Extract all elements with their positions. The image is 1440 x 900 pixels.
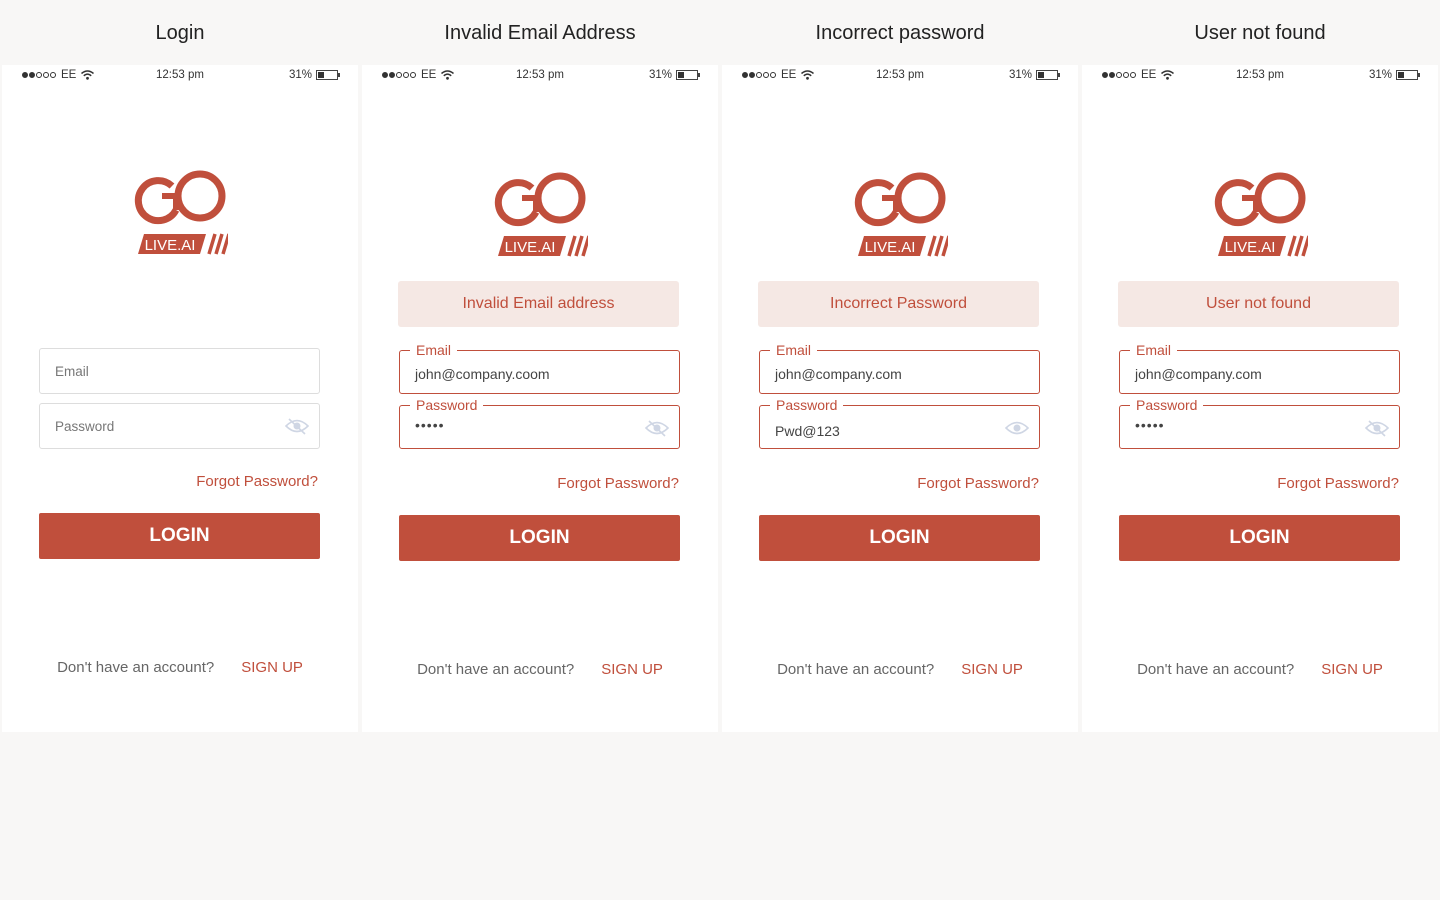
battery-percent: 31% — [648, 69, 672, 81]
error-banner: Invalid Email address — [398, 281, 679, 327]
email-input[interactable]: Email john@company.coom — [399, 342, 680, 394]
eye-off-icon[interactable] — [1364, 419, 1390, 442]
email-input[interactable]: Email john@company.com — [759, 342, 1040, 394]
email-value: john@company.coom — [415, 366, 550, 382]
email-label: Email — [410, 342, 458, 358]
golive-logo: LIVE.AI — [134, 170, 228, 255]
no-account-text: Don't have an account? — [777, 661, 935, 678]
eye-off-icon[interactable] — [644, 419, 670, 442]
battery-icon — [1036, 70, 1060, 80]
signup-prompt: Don't have an account? SIGN UP — [722, 661, 1078, 678]
password-value: ••••• — [415, 417, 445, 433]
signup-prompt: Don't have an account? SIGN UP — [1082, 661, 1438, 678]
no-account-text: Don't have an account? — [57, 659, 215, 676]
password-label: Password — [410, 397, 484, 413]
sign-up-link[interactable]: SIGN UP — [961, 661, 1023, 678]
golive-logo: LIVE.AI — [494, 172, 588, 257]
password-input[interactable]: Password ••••• — [399, 397, 680, 449]
screen-title: Invalid Email Address — [444, 22, 636, 44]
sign-up-link[interactable]: SIGN UP — [601, 661, 663, 678]
email-input[interactable]: Email john@company.com — [1119, 342, 1400, 394]
email-label: Email — [1130, 342, 1178, 358]
signup-prompt: Don't have an account? SIGN UP — [2, 659, 358, 676]
screen-title: Incorrect password — [815, 22, 985, 44]
battery-percent: 31% — [1368, 69, 1392, 81]
password-input[interactable]: Password — [39, 403, 320, 449]
email-value: john@company.com — [1135, 366, 1262, 382]
eye-off-icon[interactable] — [284, 417, 310, 440]
golive-logo: LIVE.AI — [1214, 172, 1308, 257]
sign-up-link[interactable]: SIGN UP — [1321, 661, 1383, 678]
forgot-password-link[interactable]: Forgot Password? — [196, 473, 318, 490]
login-button[interactable]: LOGIN — [1119, 515, 1400, 561]
battery-icon — [676, 70, 700, 80]
forgot-password-link[interactable]: Forgot Password? — [1277, 475, 1399, 492]
password-label: Password — [1130, 397, 1204, 413]
status-bar: EE 12:53 pm 31% — [1082, 69, 1438, 83]
status-bar: EE 12:53 pm 31% — [362, 69, 718, 83]
golive-logo: LIVE.AI — [854, 172, 948, 257]
email-input[interactable]: Email — [39, 348, 320, 394]
login-button[interactable]: LOGIN — [759, 515, 1040, 561]
sign-up-link[interactable]: SIGN UP — [241, 659, 303, 676]
no-account-text: Don't have an account? — [417, 661, 575, 678]
phone-screen-4: EE 12:53 pm 31% LIVE.AI User not found E… — [1082, 65, 1438, 732]
forgot-password-link[interactable]: Forgot Password? — [917, 475, 1039, 492]
logo-text: LIVE.AI — [145, 237, 196, 254]
status-bar: EE 12:53 pm 31% — [2, 69, 358, 83]
error-banner: Incorrect Password — [758, 281, 1039, 327]
forgot-password-link[interactable]: Forgot Password? — [557, 475, 679, 492]
battery-percent: 31% — [288, 69, 312, 81]
password-value: Pwd@123 — [775, 423, 840, 439]
logo-text: LIVE.AI — [865, 239, 916, 256]
screen-title: Login — [155, 22, 205, 44]
password-value: ••••• — [1135, 417, 1165, 433]
logo-text: LIVE.AI — [505, 239, 556, 256]
login-button[interactable]: LOGIN — [399, 515, 680, 561]
battery-icon — [1396, 70, 1420, 80]
screen-title: User not found — [1194, 22, 1326, 44]
status-bar: EE 12:53 pm 31% — [722, 69, 1078, 83]
signup-prompt: Don't have an account? SIGN UP — [362, 661, 718, 678]
email-value: john@company.com — [775, 366, 902, 382]
error-banner: User not found — [1118, 281, 1399, 327]
login-button[interactable]: LOGIN — [39, 513, 320, 559]
password-label: Password — [770, 397, 844, 413]
email-label: Email — [770, 342, 818, 358]
eye-icon[interactable] — [1004, 419, 1030, 442]
battery-percent: 31% — [1008, 69, 1032, 81]
phone-screen-2: EE 12:53 pm 31% LIVE.AI Invalid Email ad… — [362, 65, 718, 732]
battery-icon — [316, 70, 340, 80]
phone-screen-1: EE 12:53 pm 31% LIVE.AI Email Password F… — [2, 65, 358, 732]
phone-screen-3: EE 12:53 pm 31% LIVE.AI Incorrect Passwo… — [722, 65, 1078, 732]
logo-text: LIVE.AI — [1225, 239, 1276, 256]
password-placeholder: Password — [55, 419, 115, 434]
password-input[interactable]: Password ••••• — [1119, 397, 1400, 449]
no-account-text: Don't have an account? — [1137, 661, 1295, 678]
password-input[interactable]: Password Pwd@123 — [759, 397, 1040, 449]
email-placeholder: Email — [55, 364, 89, 379]
